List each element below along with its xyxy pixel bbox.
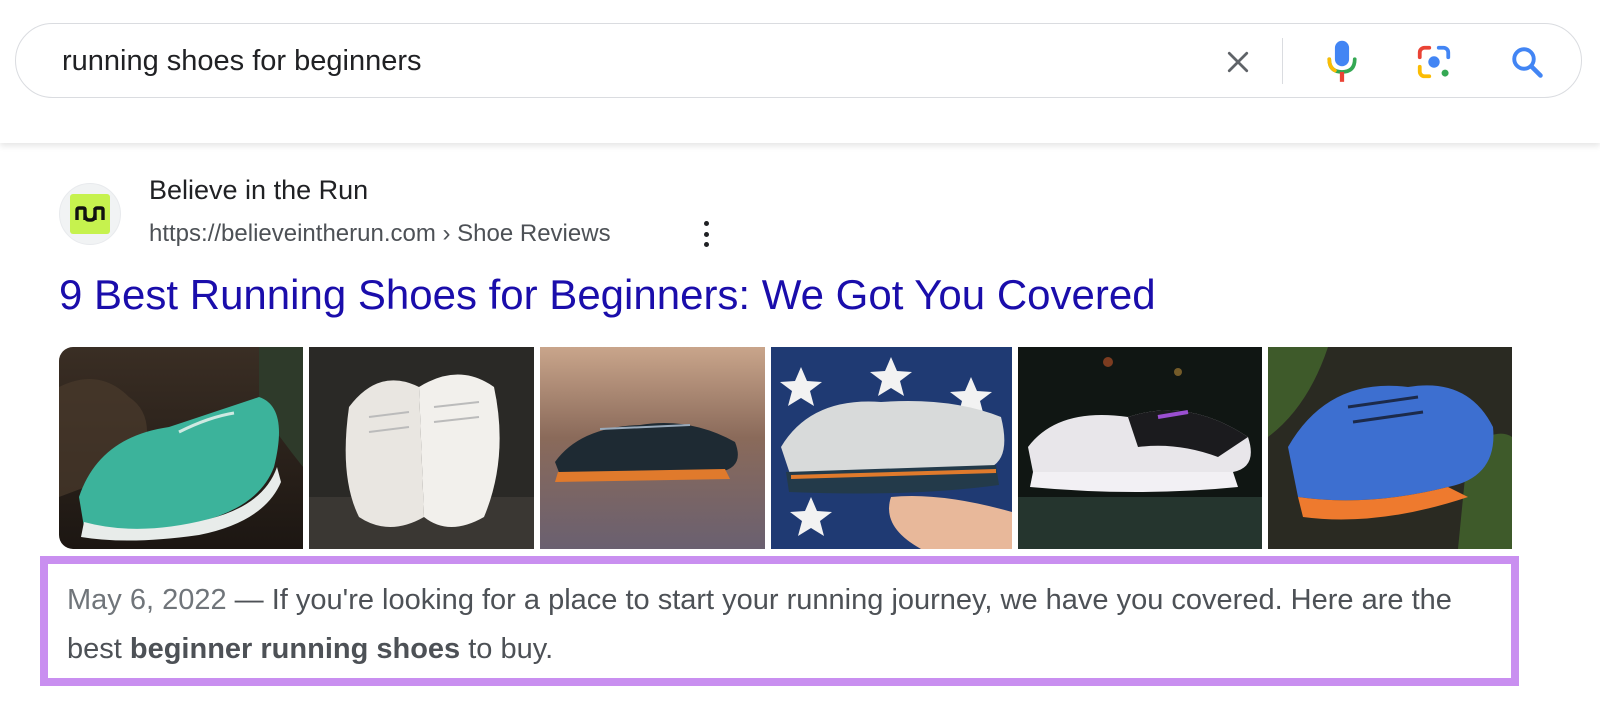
more-options-button[interactable] — [694, 219, 718, 249]
shoe-image-5[interactable] — [1018, 347, 1262, 549]
snippet-bold-keyword: beginner running shoes — [129, 633, 461, 665]
site-favicon[interactable] — [59, 183, 121, 245]
image-carousel — [59, 347, 1536, 549]
shoe-image-4[interactable] — [771, 347, 1012, 549]
site-name[interactable]: Believe in the Run — [149, 175, 368, 206]
search-header: running shoes for beginners — [0, 0, 1600, 143]
shoe-image-1[interactable] — [59, 347, 303, 549]
highlighted-snippet: May 6, 2022 — If you're looking for a pl… — [40, 556, 1519, 686]
more-vert-icon — [703, 221, 709, 226]
close-icon — [1227, 51, 1249, 73]
search-button[interactable] — [1503, 38, 1551, 86]
camera-lens-icon — [1417, 45, 1451, 79]
clear-button[interactable] — [1216, 40, 1260, 84]
believe-in-the-run-logo-icon — [70, 194, 110, 234]
voice-search-button[interactable] — [1320, 36, 1364, 88]
search-icon — [1512, 47, 1543, 78]
snippet-text-after: to buy. — [460, 633, 554, 665]
microphone-icon — [1327, 40, 1357, 82]
result-title-link[interactable]: 9 Best Running Shoes for Beginners: We G… — [59, 271, 1156, 319]
site-url-breadcrumb[interactable]: https://believeintherun.com › Shoe Revie… — [149, 220, 611, 248]
search-divider — [1282, 38, 1283, 84]
shoe-image-3[interactable] — [540, 347, 765, 549]
shoe-image-6[interactable] — [1268, 347, 1512, 549]
shoe-image-2[interactable] — [309, 347, 534, 549]
search-bar[interactable]: running shoes for beginners — [15, 23, 1582, 98]
lens-search-button[interactable] — [1410, 38, 1458, 86]
snippet-date: May 6, 2022 — [67, 584, 227, 616]
search-input[interactable]: running shoes for beginners — [62, 45, 422, 78]
result-snippet: May 6, 2022 — If you're looking for a pl… — [67, 576, 1507, 674]
snippet-separator: — — [226, 584, 272, 616]
